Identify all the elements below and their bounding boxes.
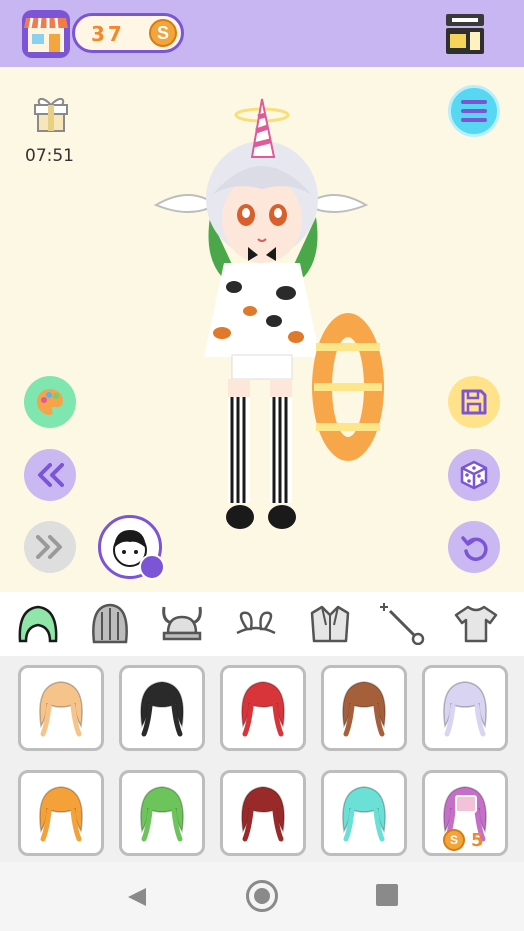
hair-icon xyxy=(18,605,58,643)
shop-icon xyxy=(24,17,68,52)
undo-button[interactable] xyxy=(448,521,500,573)
nav-back-icon[interactable] xyxy=(126,886,148,908)
lock-icon xyxy=(455,795,477,813)
double-chevron-left-icon xyxy=(38,463,64,487)
gift-button[interactable] xyxy=(32,93,70,133)
character-doll[interactable] xyxy=(150,97,410,557)
hair-swatch xyxy=(342,681,386,737)
tab-accessory[interactable] xyxy=(378,600,426,646)
hair-swatch xyxy=(39,786,83,842)
hair-swatch xyxy=(342,786,386,842)
next-outfit-button[interactable] xyxy=(24,521,76,573)
hair-item[interactable] xyxy=(119,770,205,856)
coin-balance[interactable]: 37 S xyxy=(72,13,184,53)
hair-swatch xyxy=(39,681,83,737)
hair-back-icon xyxy=(92,603,128,644)
gift-timer: 07:51 xyxy=(25,146,74,166)
hair-item[interactable] xyxy=(422,665,508,751)
hair-item[interactable] xyxy=(119,665,205,751)
horned-helmet-icon xyxy=(162,606,202,641)
swap-icon xyxy=(139,554,165,580)
save-button[interactable] xyxy=(448,376,500,428)
tab-jacket[interactable] xyxy=(306,600,354,646)
randomize-button[interactable] xyxy=(448,449,500,501)
floppy-disk-icon xyxy=(461,389,487,415)
hair-item[interactable] xyxy=(321,770,407,856)
hair-item[interactable] xyxy=(18,770,104,856)
previous-outfit-button[interactable] xyxy=(24,449,76,501)
hair-item[interactable] xyxy=(321,665,407,751)
hair-swatch xyxy=(241,786,285,842)
nav-home-icon[interactable] xyxy=(246,880,278,912)
tab-ears[interactable] xyxy=(232,600,280,646)
menu-button[interactable] xyxy=(448,85,500,137)
palette-button[interactable] xyxy=(24,376,76,428)
coin-icon: S xyxy=(443,829,465,851)
shop-button[interactable] xyxy=(22,10,70,58)
double-chevron-right-icon xyxy=(36,535,62,559)
dressup-stage: 07:51 xyxy=(0,67,524,592)
bunny-ears-icon xyxy=(236,611,276,635)
hair-swatch xyxy=(140,681,184,737)
top-bar: 37 S xyxy=(0,0,524,67)
tab-top[interactable] xyxy=(452,600,500,646)
hair-item-locked[interactable]: S5 xyxy=(422,770,508,856)
hair-swatch xyxy=(443,681,487,737)
kitchen-cabinet-icon xyxy=(446,14,484,54)
items-grid: S5 xyxy=(0,656,524,862)
category-bar xyxy=(0,592,524,656)
menu-icon xyxy=(461,100,487,122)
hair-swatch xyxy=(241,681,285,737)
room-button[interactable] xyxy=(442,10,490,58)
gift-icon xyxy=(34,98,68,132)
system-nav-bar xyxy=(0,862,524,931)
tshirt-icon xyxy=(454,605,498,643)
tab-hair-back[interactable] xyxy=(86,600,134,646)
coin-icon: S xyxy=(149,19,177,47)
nav-recent-apps-icon[interactable] xyxy=(376,884,398,906)
dice-icon xyxy=(460,460,488,490)
jacket-icon xyxy=(310,605,350,643)
magic-wand-icon xyxy=(380,603,425,645)
hair-item[interactable] xyxy=(220,665,306,751)
hair-item[interactable] xyxy=(18,665,104,751)
hair-item[interactable] xyxy=(220,770,306,856)
palette-icon xyxy=(37,389,63,415)
hair-swatch xyxy=(140,786,184,842)
tab-headwear[interactable] xyxy=(158,600,206,646)
coin-count: 37 xyxy=(91,22,125,46)
item-price: S5 xyxy=(443,829,484,851)
tab-hair-front[interactable] xyxy=(14,600,62,646)
price-value: 5 xyxy=(471,829,484,851)
undo-icon xyxy=(461,536,488,561)
switch-character-button[interactable] xyxy=(98,515,165,580)
